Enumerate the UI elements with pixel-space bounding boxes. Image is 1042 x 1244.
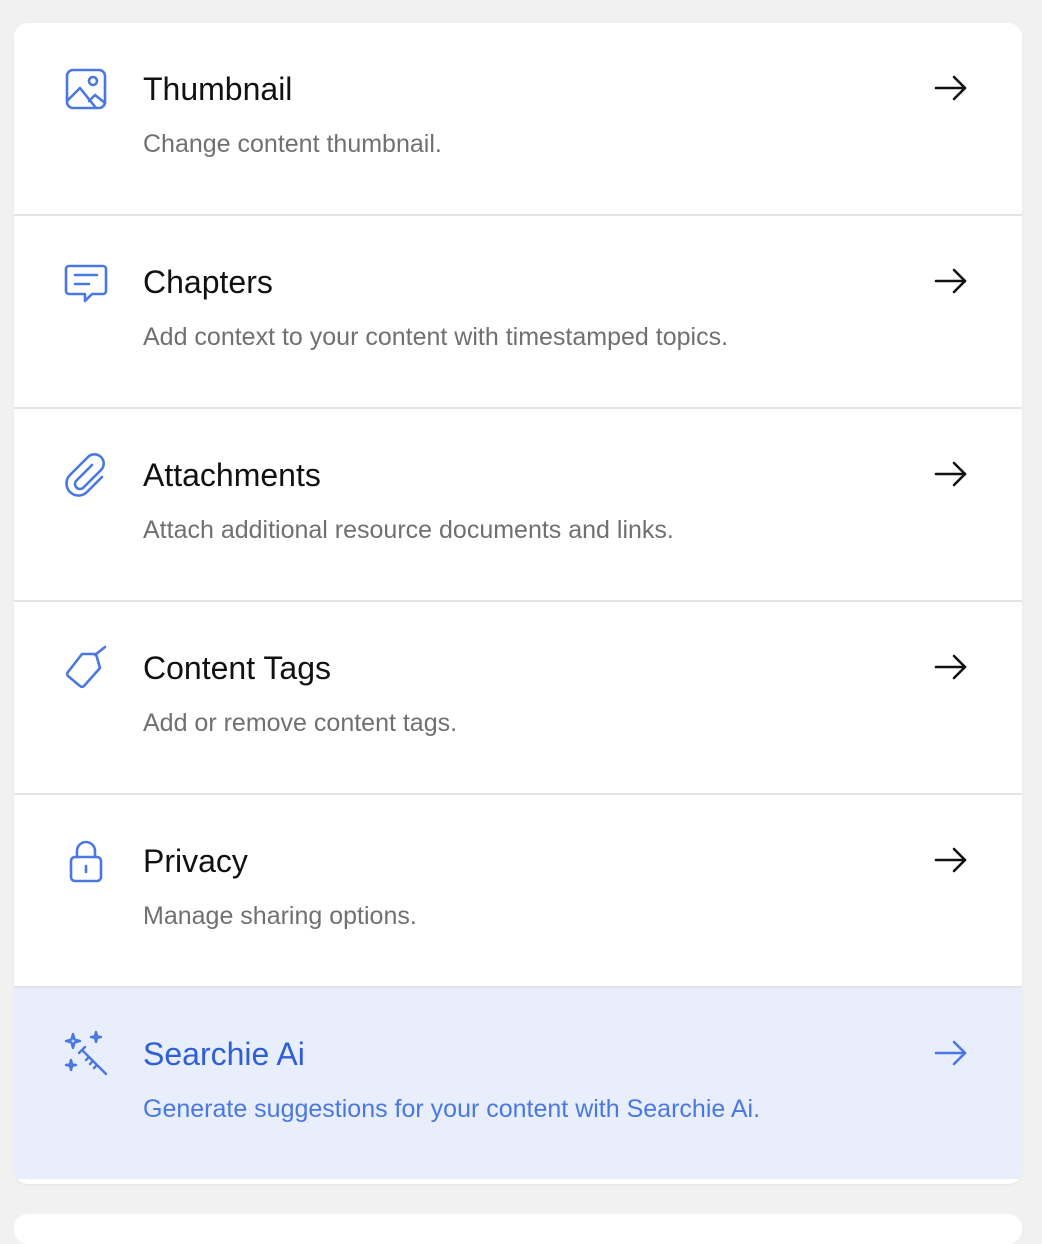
menu-item-chapters[interactable]: Chapters Add context to your content wit… bbox=[14, 216, 1022, 409]
menu-item-description: Change content thumbnail. bbox=[143, 130, 442, 158]
arrow-right-icon[interactable] bbox=[932, 455, 970, 493]
arrow-right-icon[interactable] bbox=[932, 648, 970, 686]
menu-item-searchie-ai[interactable]: Searchie Ai Generate suggestions for you… bbox=[14, 988, 1022, 1179]
paperclip-icon bbox=[62, 451, 110, 499]
magic-wand-icon bbox=[62, 1030, 110, 1078]
arrow-right-icon[interactable] bbox=[932, 262, 970, 300]
menu-item-title: Attachments bbox=[143, 457, 321, 493]
arrow-right-icon[interactable] bbox=[932, 1034, 970, 1072]
next-card bbox=[14, 1214, 1022, 1244]
menu-item-description: Generate suggestions for your content wi… bbox=[143, 1095, 761, 1123]
menu-item-description: Add context to your content with timesta… bbox=[143, 323, 729, 351]
menu-item-title: Content Tags bbox=[143, 650, 331, 686]
arrow-right-icon[interactable] bbox=[932, 69, 970, 107]
arrow-right-icon[interactable] bbox=[932, 841, 970, 879]
menu-item-description: Attach additional resource documents and… bbox=[143, 516, 674, 544]
menu-item-title: Searchie Ai bbox=[143, 1036, 305, 1072]
lock-icon bbox=[62, 837, 110, 885]
menu-item-content-tags[interactable]: Content Tags Add or remove content tags. bbox=[14, 602, 1022, 795]
menu-item-title: Thumbnail bbox=[143, 71, 293, 107]
menu-item-description: Add or remove content tags. bbox=[143, 709, 458, 737]
menu-item-privacy[interactable]: Privacy Manage sharing options. bbox=[14, 795, 1022, 988]
menu-item-attachments[interactable]: Attachments Attach additional resource d… bbox=[14, 409, 1022, 602]
tag-icon bbox=[62, 644, 110, 692]
menu-item-title: Chapters bbox=[143, 264, 273, 300]
menu-item-thumbnail[interactable]: Thumbnail Change content thumbnail. bbox=[14, 23, 1022, 216]
settings-menu-card: Thumbnail Change content thumbnail. Chap… bbox=[14, 23, 1022, 1184]
menu-item-title: Privacy bbox=[143, 843, 248, 879]
chat-bubble-icon bbox=[62, 258, 110, 306]
menu-item-description: Manage sharing options. bbox=[143, 902, 417, 930]
image-icon bbox=[62, 65, 110, 113]
